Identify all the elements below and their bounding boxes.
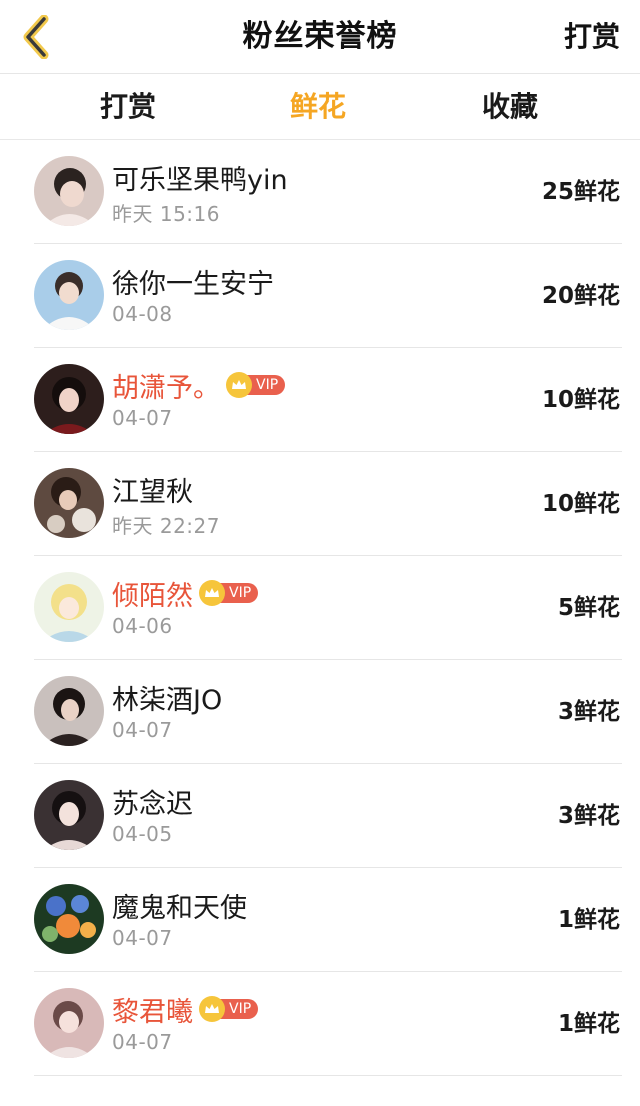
vip-badge: VIP [226, 372, 286, 398]
user-name: 胡潇予。 [112, 372, 220, 404]
tab-favorites[interactable]: 收藏 [450, 74, 570, 140]
list-item[interactable]: 胡潇予。 VIP 04-07 10鲜花 [34, 348, 622, 452]
list-item[interactable]: 江望秋 昨天 22:27 10鲜花 [34, 452, 622, 556]
timestamp: 04-05 [112, 822, 173, 846]
timestamp: 04-07 [112, 406, 173, 430]
avatar [34, 884, 104, 954]
timestamp: 04-07 [112, 1030, 173, 1054]
list-item[interactable]: 倾陌然 VIP 04-06 5鲜花 [34, 556, 622, 660]
list-item[interactable]: 林柒酒JO 04-07 3鲜花 [34, 660, 622, 764]
timestamp: 04-08 [112, 302, 173, 326]
navbar: 粉丝荣誉榜 打赏 [0, 0, 640, 74]
user-name: 江望秋 [112, 476, 193, 508]
avatar [34, 260, 104, 330]
flower-count: 3鲜花 [557, 699, 620, 725]
avatar [34, 780, 104, 850]
crown-icon [226, 372, 252, 398]
user-name: 林柒酒JO [112, 684, 223, 716]
user-name: 魔鬼和天使 [112, 892, 247, 924]
list-item[interactable]: 可乐坚果鸭yin 昨天 15:16 25鲜花 [34, 140, 622, 244]
user-name: 苏念迟 [112, 788, 193, 820]
vip-badge: VIP [199, 580, 259, 606]
user-name: 黎君曦 [112, 996, 193, 1028]
user-name: 倾陌然 [112, 580, 193, 612]
list-item[interactable]: 苏念迟 04-05 3鲜花 [34, 764, 622, 868]
flower-count: 1鲜花 [557, 907, 620, 933]
user-name: 徐你一生安宁 [112, 268, 274, 300]
timestamp: 昨天 15:16 [112, 202, 220, 226]
avatar [34, 676, 104, 746]
avatar [34, 468, 104, 538]
reward-button[interactable]: 打赏 [564, 0, 620, 74]
crown-icon [199, 580, 225, 606]
page-title: 粉丝荣誉榜 [242, 19, 398, 54]
flower-count: 10鲜花 [541, 387, 620, 413]
tab-reward[interactable]: 打赏 [68, 74, 188, 140]
flower-count: 1鲜花 [557, 1011, 620, 1037]
timestamp: 昨天 22:27 [112, 514, 220, 538]
avatar [34, 988, 104, 1058]
tab-flowers[interactable]: 鲜花 [258, 74, 378, 140]
timestamp: 04-06 [112, 614, 173, 638]
tab-bar: 打赏 鲜花 收藏 [0, 74, 640, 140]
avatar [34, 156, 104, 226]
avatar [34, 364, 104, 434]
user-name: 可乐坚果鸭yin [112, 164, 288, 196]
avatar [34, 572, 104, 642]
flower-count: 20鲜花 [541, 283, 620, 309]
flower-count: 10鲜花 [541, 491, 620, 517]
vip-badge: VIP [199, 996, 259, 1022]
list-item[interactable]: 魔鬼和天使 04-07 1鲜花 [34, 868, 622, 972]
flower-count: 3鲜花 [557, 803, 620, 829]
timestamp: 04-07 [112, 718, 173, 742]
fan-list: 可乐坚果鸭yin 昨天 15:16 25鲜花 徐你一生安宁 04-08 20鲜花… [0, 140, 640, 1076]
crown-icon [199, 996, 225, 1022]
timestamp: 04-07 [112, 926, 173, 950]
list-item[interactable]: 黎君曦 VIP 04-07 1鲜花 [34, 972, 622, 1076]
list-item[interactable]: 徐你一生安宁 04-08 20鲜花 [34, 244, 622, 348]
flower-count: 25鲜花 [541, 179, 620, 205]
flower-count: 5鲜花 [557, 595, 620, 621]
